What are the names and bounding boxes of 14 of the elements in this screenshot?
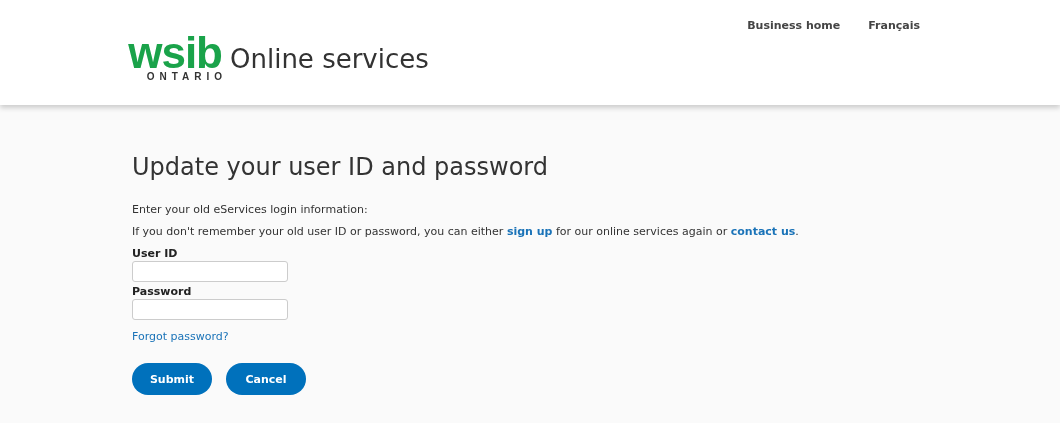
nav-link[interactable]: Français (868, 19, 920, 33)
intro-text: Enter your old eServices login information: (132, 203, 368, 216)
page-heading: Update your user ID and password (132, 153, 549, 181)
nav-link[interactable]: Business home (747, 19, 841, 33)
text-link[interactable]: sign up (506, 225, 553, 238)
field-label: Password (132, 285, 192, 298)
input-field[interactable] (132, 261, 288, 282)
action-button[interactable]: Cancel (226, 363, 306, 395)
action-button[interactable]: Submit (132, 363, 212, 395)
forgot-password-link[interactable]: Forgot password? (132, 330, 229, 343)
field-label: User ID (132, 247, 178, 260)
site-title: Online services (230, 44, 429, 74)
help-text: If you don't remember your old user ID or password, you can either sign up for our online services again or contact us. (132, 225, 799, 238)
input-field[interactable] (132, 299, 288, 320)
